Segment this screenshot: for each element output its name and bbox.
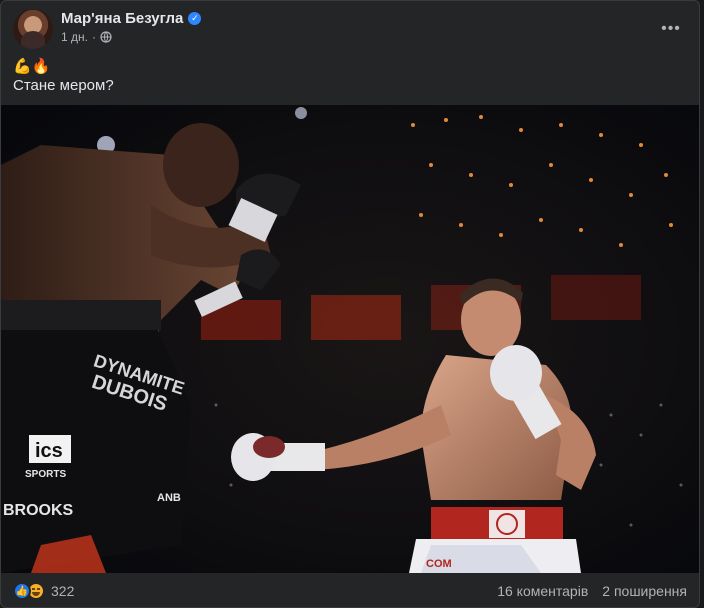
trunks-text: COM: [426, 558, 452, 570]
globe-icon: [100, 31, 112, 43]
author-name[interactable]: Мар'яна Безугла: [61, 10, 183, 27]
author-row: Мар'яна Безугла ✓: [61, 10, 202, 27]
more-options-icon: •••: [661, 20, 681, 37]
shares-count-link[interactable]: 2 поширення: [602, 583, 687, 599]
boxing-photo: DYNAMITE DUBOIS ics SPORTS BROOKS ANB CO…: [1, 105, 699, 573]
verified-badge-icon: ✓: [188, 12, 202, 25]
comments-count-link[interactable]: 16 коментарів: [497, 583, 588, 599]
post-time[interactable]: 1 дн.: [61, 30, 88, 44]
reaction-count: 322: [51, 583, 75, 599]
post-photo[interactable]: DYNAMITE DUBOIS ics SPORTS BROOKS ANB CO…: [1, 105, 699, 573]
meta-separator: ·: [91, 30, 96, 44]
post-text: Стане мером?: [13, 77, 114, 94]
like-reaction-icon: 👍: [13, 582, 31, 600]
sponsor-brooks-text: BROOKS: [3, 502, 74, 519]
author-avatar[interactable]: [13, 9, 53, 49]
sponsor-ics-text: ics: [35, 440, 63, 462]
post-footer: 👍 322 16 коментарів 2 поширення: [13, 578, 687, 604]
facebook-post: Мар'яна Безугла ✓ 1 дн. · ••• 💪🔥 Стане м…: [0, 0, 700, 608]
more-options-button[interactable]: •••: [655, 13, 687, 45]
post-meta: 1 дн. ·: [61, 30, 112, 44]
reactions-summary[interactable]: 👍 322: [13, 582, 74, 600]
sponsor-sport-text: SPORTS: [25, 469, 66, 480]
post-header: Мар'яна Безугла ✓ 1 дн. · •••: [13, 9, 687, 51]
sponsor-small-text: ANB: [157, 492, 181, 504]
post-emojis: 💪🔥: [13, 58, 51, 75]
